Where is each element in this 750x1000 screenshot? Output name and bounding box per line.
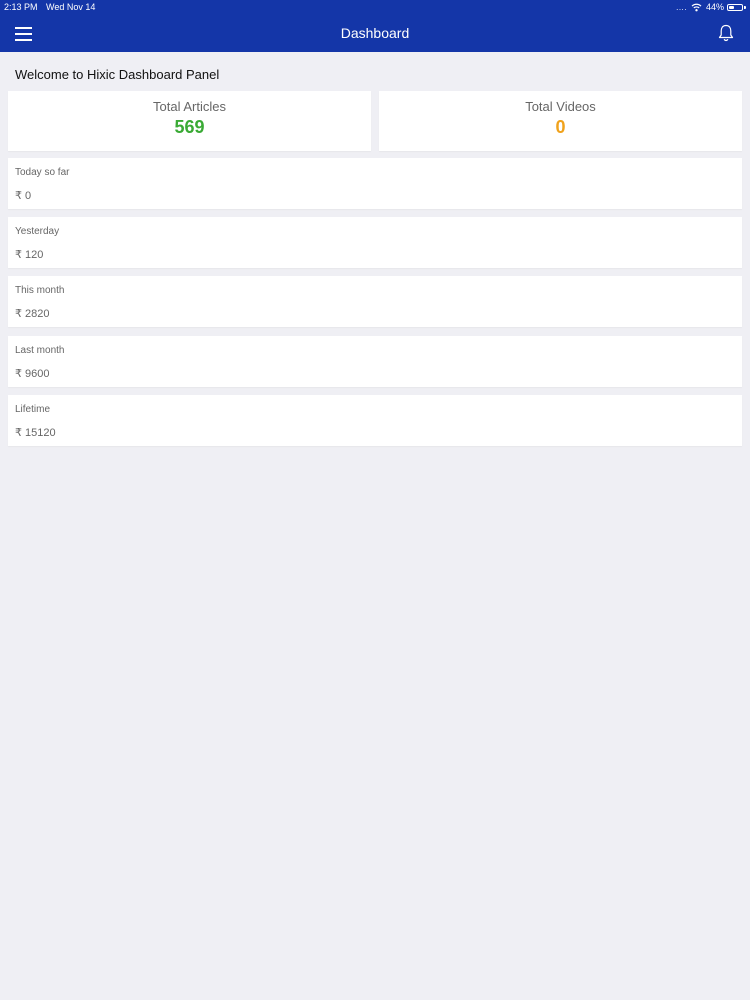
stat-lifetime-card[interactable]: Lifetime ₹ 15120 (8, 395, 742, 446)
status-time: 2:13 PM (4, 2, 38, 12)
stat-label: Yesterday (15, 226, 60, 237)
page-title: Dashboard (340, 25, 410, 41)
navigation-bar: Dashboard (0, 15, 750, 52)
stat-last-month-card[interactable]: Last month ₹ 9600 (8, 336, 742, 387)
stat-value: ₹ 120 (15, 249, 44, 261)
status-indicators: .... 44% (676, 0, 746, 15)
total-articles-value: 569 (174, 117, 205, 137)
battery-tip (744, 6, 746, 9)
stat-label: Today so far (15, 167, 70, 178)
battery-icon (727, 4, 743, 11)
stat-label: Lifetime (15, 404, 51, 415)
stat-value: ₹ 15120 (15, 427, 56, 439)
welcome-heading: Welcome to Hixic Dashboard Panel (15, 67, 220, 82)
total-videos-card[interactable]: Total Videos 0 (379, 91, 742, 151)
stat-value: ₹ 2820 (15, 308, 50, 320)
total-videos-label: Total Videos (525, 99, 596, 114)
status-bar: 2:13 PM Wed Nov 14 .... 44% (0, 0, 750, 15)
total-articles-label: Total Articles (153, 99, 226, 114)
total-videos-value: 0 (555, 117, 566, 137)
bell-icon[interactable] (716, 23, 736, 43)
wifi-icon (691, 3, 702, 12)
total-articles-card[interactable]: Total Articles 569 (8, 91, 371, 151)
signal-indicator: .... (676, 3, 687, 12)
stat-this-month-card[interactable]: This month ₹ 2820 (8, 276, 742, 327)
stat-label: Last month (15, 345, 65, 356)
battery-percent: 44% (705, 2, 724, 12)
stat-label: This month (15, 285, 65, 296)
stat-yesterday-card[interactable]: Yesterday ₹ 120 (8, 217, 742, 268)
stat-value: ₹ 0 (15, 190, 32, 202)
status-date: Wed Nov 14 (46, 2, 96, 12)
top-bar: 2:13 PM Wed Nov 14 .... 44% Dashboard (0, 0, 750, 52)
stat-today-card[interactable]: Today so far ₹ 0 (8, 158, 742, 209)
battery-fill (729, 6, 734, 9)
stat-value: ₹ 9600 (15, 368, 50, 380)
